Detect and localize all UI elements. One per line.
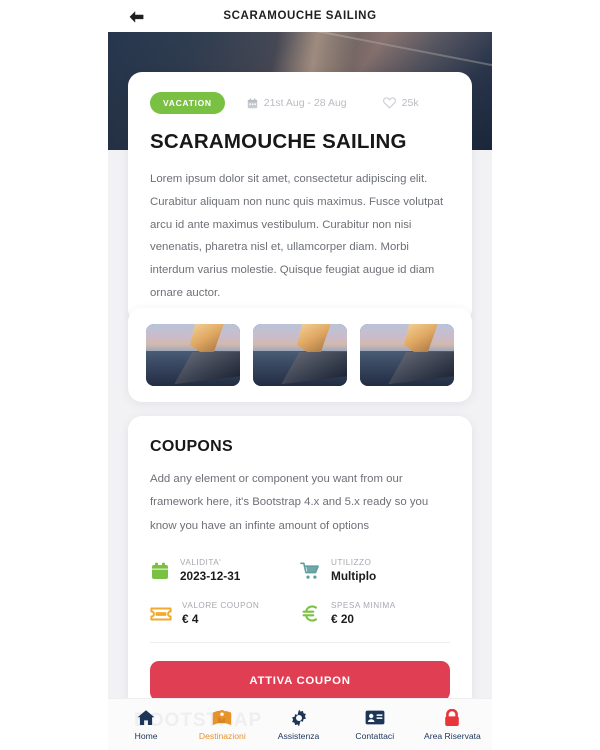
likes-label: 25k	[401, 97, 419, 109]
vacation-badge: VACATION	[150, 92, 225, 114]
stat-value: € 4	[182, 612, 199, 627]
back-button[interactable]	[125, 8, 147, 26]
detail-title: SCARAMOUCHE SAILING	[150, 130, 407, 153]
coupon-stat-valore: VALORE COUPON € 4	[150, 601, 300, 626]
gallery-thumbnail[interactable]	[253, 324, 347, 386]
nav-item-destinazioni[interactable]: Destinazioni	[195, 709, 249, 741]
gallery-card	[128, 308, 472, 402]
shopping-cart-icon	[300, 562, 319, 579]
ticket-icon	[150, 607, 172, 621]
likes-counter[interactable]: 25k	[382, 97, 419, 109]
nav-label: Contattaci	[355, 730, 395, 741]
nav-label: Assistenza	[277, 730, 320, 741]
nav-item-area-riservata[interactable]: Area Riservata	[423, 708, 481, 741]
coupon-stat-spesa: SPESA MINIMA € 20	[300, 601, 450, 626]
bottom-navigation: BOOTSTRAP Home Destinazioni Assistenza C…	[108, 698, 492, 750]
nav-item-assistenza[interactable]: Assistenza	[272, 709, 326, 741]
calendar-icon	[247, 97, 257, 108]
app-screen: SCARAMOUCHE SAILING VACATION 21st Aug - …	[0, 0, 600, 750]
detail-body: Lorem ipsum dolor sit amet, consectetur …	[150, 173, 444, 300]
gallery-thumbnail[interactable]	[146, 324, 240, 386]
stat-label: UTILIZZO	[331, 558, 372, 568]
coupon-stats-grid: VALIDITA' 2023-12-31 UTILIZZO Multiplo V…	[150, 558, 450, 626]
date-range-label: 21st Aug - 28 Aug	[263, 97, 347, 109]
stat-label: SPESA MINIMA	[331, 601, 396, 611]
coupons-title: COUPONS	[150, 438, 233, 455]
attiva-coupon-button[interactable]: ATTIVA COUPON	[150, 661, 450, 702]
hero-rigging-line	[230, 32, 492, 73]
stat-value: € 20	[331, 612, 354, 627]
stat-label: VALORE COUPON	[182, 601, 260, 611]
nav-item-home[interactable]: Home	[119, 709, 173, 741]
home-icon	[137, 709, 155, 727]
nav-label: Area Riservata	[423, 730, 481, 741]
coupon-stat-validita: VALIDITA' 2023-12-31	[150, 558, 300, 583]
detail-card: VACATION 21st Aug - 28 Aug 25k SCARAMOUC…	[128, 72, 472, 323]
nav-label: Home	[134, 730, 158, 741]
gear-icon	[290, 709, 308, 727]
coupon-stat-utilizzo: UTILIZZO Multiplo	[300, 558, 450, 583]
id-card-icon	[365, 709, 385, 727]
stat-value: 2023-12-31	[180, 569, 241, 584]
nav-item-contattaci[interactable]: Contattaci	[348, 709, 402, 741]
calendar-icon	[152, 562, 168, 579]
heart-outline-icon	[382, 97, 396, 109]
lock-icon	[444, 708, 460, 727]
nav-label: Destinazioni	[198, 730, 246, 741]
euro-icon	[302, 605, 318, 622]
gallery-thumbnail[interactable]	[360, 324, 454, 386]
date-range: 21st Aug - 28 Aug	[247, 97, 347, 109]
coupons-description: Add any element or component you want fr…	[150, 473, 429, 532]
arrow-left-icon	[129, 11, 143, 23]
detail-meta-row: VACATION 21st Aug - 28 Aug 25k	[150, 92, 450, 114]
section-divider	[150, 642, 450, 644]
map-pin-icon	[212, 709, 232, 727]
content-column: VACATION 21st Aug - 28 Aug 25k SCARAMOUC…	[108, 32, 492, 722]
stat-value: Multiplo	[331, 569, 377, 584]
page-title: SCARAMOUCHE SAILING	[223, 10, 377, 22]
stat-label: VALIDITA'	[180, 558, 222, 568]
top-app-bar: SCARAMOUCHE SAILING	[0, 0, 600, 32]
coupons-card: COUPONS Add any element or component you…	[128, 416, 472, 722]
